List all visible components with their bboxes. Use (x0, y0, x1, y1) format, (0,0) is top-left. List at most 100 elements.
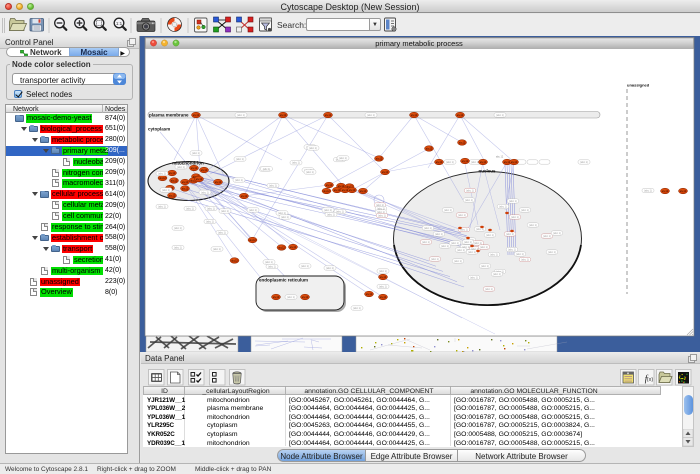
svg-text:abc12: abc12 (241, 196, 248, 198)
svg-text:(abc 1): (abc 1) (292, 162, 300, 165)
svg-text:(abc 1): (abc 1) (201, 191, 209, 194)
svg-text:(abc 1): (abc 1) (236, 158, 244, 161)
svg-text:(abc 1): (abc 1) (499, 206, 507, 209)
svg-text:(abc 1): (abc 1) (441, 245, 449, 248)
svg-text:(abc 1): (abc 1) (367, 114, 375, 117)
svg-text:(abc 1): (abc 1) (287, 296, 295, 299)
svg-text:(abc 1): (abc 1) (353, 307, 361, 310)
svg-text:(abc 1): (abc 1) (470, 277, 478, 280)
svg-text:(abc 1): (abc 1) (309, 147, 317, 150)
svg-text:abc12: abc12 (169, 195, 176, 197)
svg-text:cytoplasm: cytoplasm (148, 127, 170, 132)
svg-text:(abc 1): (abc 1) (206, 221, 214, 224)
svg-text:abc12: abc12 (323, 191, 330, 193)
svg-text:(abc 1): (abc 1) (268, 266, 276, 269)
svg-text:(abc 1): (abc 1) (471, 161, 479, 164)
svg-text:(abc 1): (abc 1) (485, 288, 493, 291)
svg-text:(abc 1): (abc 1) (476, 228, 484, 231)
svg-text:(abc 1): (abc 1) (213, 248, 221, 251)
svg-text:abc12: abc12 (662, 191, 669, 193)
svg-text:(abc 1): (abc 1) (435, 233, 443, 236)
svg-text:(abc 1): (abc 1) (458, 214, 466, 217)
svg-text:(abc 1): (abc 1) (529, 224, 537, 227)
svg-text:(x): (x) (647, 377, 654, 383)
svg-text:(abc 1): (abc 1) (235, 179, 243, 182)
svg-text:(abc 1): (abc 1) (474, 242, 482, 245)
svg-text:(abc 1): (abc 1) (327, 214, 335, 217)
svg-text:(abc 1): (abc 1) (326, 267, 334, 270)
svg-text:abc12: abc12 (380, 297, 387, 299)
svg-text:(abc 1): (abc 1) (174, 247, 182, 250)
svg-text:(abc 1): (abc 1) (431, 258, 439, 261)
svg-text:(abc 1): (abc 1) (509, 200, 517, 203)
svg-text:abc12: abc12 (325, 115, 332, 117)
svg-text:(abc 1): (abc 1) (158, 173, 166, 176)
svg-text:(abc 1): (abc 1) (553, 232, 561, 235)
svg-text:abc12: abc12 (349, 190, 356, 192)
svg-text:mitochondrion: mitochondrion (172, 161, 204, 166)
svg-text:(abc 1): (abc 1) (496, 114, 504, 117)
svg-text:(abc 1): (abc 1) (446, 161, 454, 164)
svg-text:abc12: abc12 (159, 178, 166, 180)
svg-text:abc12: abc12 (426, 148, 433, 150)
svg-text:(abc 1): (abc 1) (454, 260, 462, 263)
svg-text:abc12: abc12 (680, 191, 687, 193)
svg-text:abc12: abc12 (273, 297, 280, 299)
svg-text:(abc 1): (abc 1) (174, 227, 182, 230)
svg-text:abc12: abc12 (171, 180, 178, 182)
svg-text:abc12: abc12 (182, 182, 189, 184)
svg-text:(abc 1): (abc 1) (468, 251, 476, 254)
svg-text:abc12: abc12 (182, 188, 189, 190)
svg-text:(abc 1): (abc 1) (263, 168, 271, 171)
svg-text:(abc 1): (abc 1) (521, 259, 529, 262)
svg-text:(abc 1): (abc 1) (644, 190, 652, 193)
svg-text:(abc 1): (abc 1) (457, 249, 465, 252)
svg-text:abc12: abc12 (280, 115, 287, 117)
svg-text:abc12: abc12 (231, 260, 238, 262)
svg-text:abc12: abc12 (436, 162, 443, 164)
svg-text:(abc 1): (abc 1) (444, 209, 452, 212)
svg-text:endoplasmic reticulum: endoplasmic reticulum (259, 278, 308, 283)
svg-text:(abc 1): (abc 1) (511, 216, 519, 219)
svg-text:(abc 1): (abc 1) (324, 209, 332, 212)
svg-text:(abc 1): (abc 1) (281, 216, 289, 219)
svg-text:(abc 1): (abc 1) (486, 234, 494, 237)
svg-text:(abc 1): (abc 1) (336, 211, 344, 214)
svg-text:(abc 1): (abc 1) (278, 212, 286, 215)
svg-text:(abc 1): (abc 1) (548, 251, 556, 254)
svg-text:abc12: abc12 (457, 115, 464, 117)
svg-text:(abc 1): (abc 1) (265, 261, 273, 264)
svg-text:(abc 1): (abc 1) (481, 265, 489, 268)
svg-text:(abc 1): (abc 1) (177, 166, 185, 169)
svg-text:(abc 1): (abc 1) (218, 232, 226, 235)
svg-text:abc12: abc12 (193, 115, 200, 117)
svg-text:(abc 1): (abc 1) (221, 210, 229, 213)
svg-text:(abc 1): (abc 1) (379, 286, 387, 289)
svg-text:(abc 1): (abc 1) (493, 273, 501, 276)
svg-text:(abc 1): (abc 1) (464, 241, 472, 244)
svg-text:abc12: abc12 (196, 179, 203, 181)
svg-text:(abc 1): (abc 1) (269, 185, 277, 188)
svg-text:abc12: abc12 (382, 172, 389, 174)
svg-text:abc12: abc12 (334, 190, 341, 192)
svg-text:abc12: abc12 (376, 158, 383, 160)
svg-text:primary metabolic process: primary metabolic process (375, 39, 463, 48)
svg-text:(abc 1): (abc 1) (249, 209, 257, 212)
svg-text:abc12: abc12 (290, 247, 297, 249)
svg-text:(abc 1): (abc 1) (378, 215, 386, 218)
svg-text:unassigned: unassigned (627, 83, 650, 88)
svg-text:(abc 1): (abc 1) (192, 152, 200, 155)
svg-text:nucleus: nucleus (478, 169, 496, 174)
svg-text:abc12: abc12 (215, 182, 222, 184)
svg-text:abc12: abc12 (459, 142, 466, 144)
svg-text:abc12: abc12 (326, 185, 333, 187)
svg-text:(abc 1): (abc 1) (506, 233, 514, 236)
svg-text:(abc 1): (abc 1) (162, 189, 170, 192)
svg-text:(abc 1): (abc 1) (422, 241, 430, 244)
svg-text:(abc 1): (abc 1) (301, 265, 309, 268)
svg-text:(abc 1): (abc 1) (424, 227, 432, 230)
svg-text:(abc 1): (abc 1) (339, 157, 347, 160)
svg-text:abc12: abc12 (366, 294, 373, 296)
svg-text:abc12: abc12 (201, 170, 208, 172)
svg-text:abc12: abc12 (411, 115, 418, 117)
